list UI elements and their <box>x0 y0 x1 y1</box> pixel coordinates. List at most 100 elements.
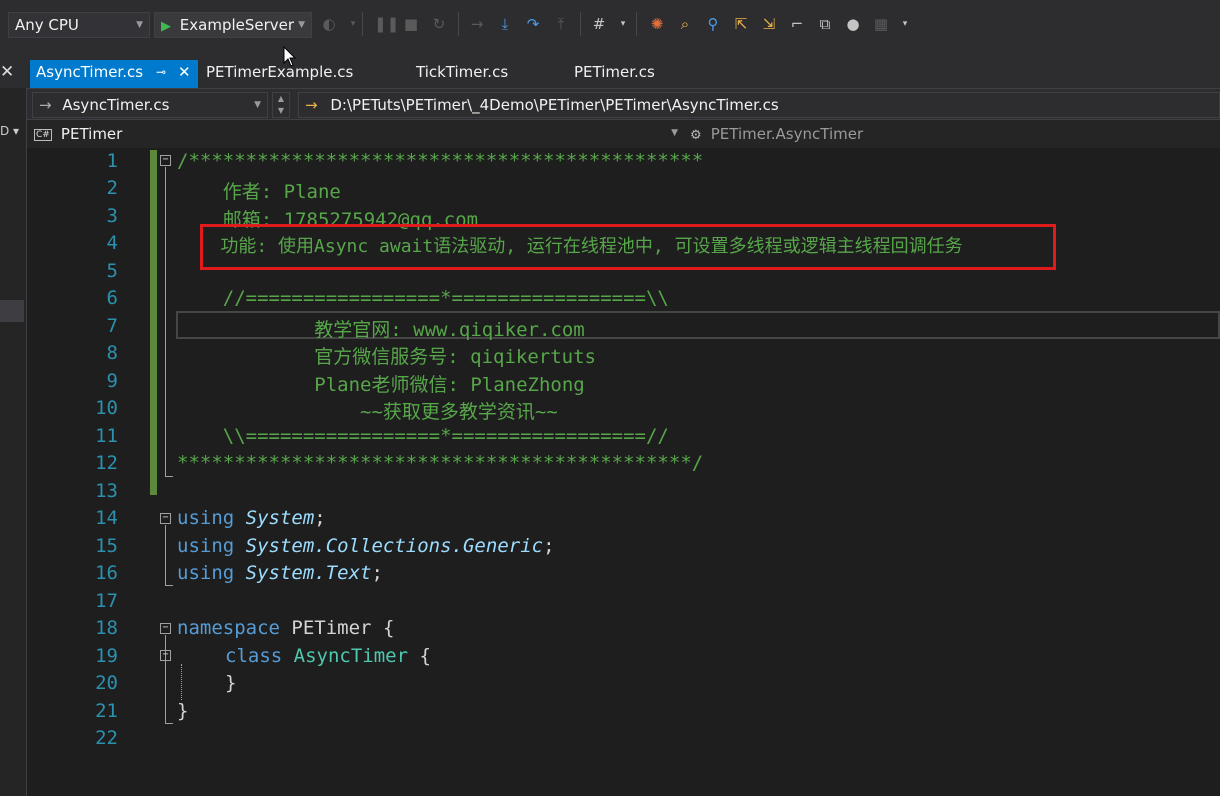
line-number: 17 <box>95 590 118 612</box>
member-combo[interactable]: ⚙ PETimer.AsyncTimer <box>690 124 1220 146</box>
left-strip-selection[interactable] <box>0 300 24 322</box>
file-path-bar[interactable]: → D:\PETuts\PETimer\_4Demo\PETimer\PETim… <box>298 92 1220 118</box>
step-over-icon[interactable]: ↷ <box>524 14 542 34</box>
comment-icon[interactable]: ▦ <box>872 14 890 34</box>
line-number: 6 <box>106 287 118 309</box>
file-combo-value: AsyncTimer.cs <box>62 96 170 114</box>
chevron-down-icon[interactable]: ▾ <box>344 14 362 34</box>
project-combo[interactable]: C# PETimer ▼ <box>34 124 684 146</box>
move-left-icon[interactable]: ⇱ <box>732 14 750 34</box>
code-line-19: class AsyncTimer { <box>225 645 431 667</box>
toolbar: Any CPU ▼ ▶ ExampleServer ▼ ◐ ▾ ❚❚ ■ ↻ →… <box>0 0 1220 56</box>
tab-petimer[interactable]: PETimer.cs <box>574 60 655 88</box>
bookmark-icon[interactable]: ⌐ <box>788 14 806 34</box>
collapse-icon[interactable]: − <box>160 155 171 166</box>
line-number: 10 <box>95 397 118 419</box>
show-next-statement-icon[interactable]: → <box>468 14 486 34</box>
collapse-icon[interactable]: − <box>160 623 171 634</box>
line-number: 5 <box>106 260 118 282</box>
tab-ticktimer[interactable]: TickTimer.cs <box>416 60 508 88</box>
line-number: 4 <box>106 232 118 254</box>
chevron-down-icon: ▼ <box>671 128 678 138</box>
collapse-icon[interactable]: − <box>160 513 171 524</box>
line-number: 18 <box>95 617 118 639</box>
line-number: 2 <box>106 177 118 199</box>
code-line-18: namespace PETimer { <box>177 617 394 639</box>
fold-guide-end <box>165 723 173 724</box>
tab-asynctimer[interactable]: AsyncTimer.cs ⊸ ✕ <box>30 60 198 88</box>
file-combo[interactable]: → AsyncTimer.cs ▼ <box>32 92 268 118</box>
line-number: 9 <box>106 370 118 392</box>
toolbar-separator <box>580 12 581 36</box>
arrow-right-icon: → <box>305 96 318 114</box>
step-out-icon[interactable]: ⤒ <box>552 14 570 34</box>
chevron-down-icon: ▼ <box>254 100 261 110</box>
tab-label: PETimer.cs <box>574 63 655 81</box>
tab-label: TickTimer.cs <box>416 63 509 81</box>
code-line-21: } <box>177 700 189 722</box>
code-line-15: using System.Collections.Generic; <box>177 535 555 557</box>
step-into-icon[interactable]: ⤓ <box>496 14 514 34</box>
namespace-name: System <box>245 507 315 529</box>
toolbar-separator <box>362 12 363 36</box>
tab-petimerexample[interactable]: PETimerExample.cs <box>206 60 353 88</box>
line-number: 1 <box>106 150 118 172</box>
fold-guide <box>165 525 166 585</box>
code-line-1: /***************************************… <box>177 150 704 172</box>
hot-reload-icon[interactable]: # <box>590 14 608 34</box>
file-path: D:\PETuts\PETimer\_4Demo\PETimer\PETimer… <box>330 96 779 114</box>
nav-spinner[interactable]: ▲ ▼ <box>272 92 290 118</box>
attach-icon[interactable]: ◐ <box>320 14 338 34</box>
chevron-down-icon[interactable]: ▾ <box>896 14 914 34</box>
move-right-icon[interactable]: ⇲ <box>760 14 778 34</box>
find-icon[interactable]: ⌕ <box>676 14 694 34</box>
close-icon[interactable]: ✕ <box>178 60 191 84</box>
line-number: 8 <box>106 342 118 364</box>
stop-icon[interactable]: ■ <box>402 14 420 34</box>
code-line-10: ~~获取更多教学资讯~~ <box>177 401 558 423</box>
file-navigation-bar: → AsyncTimer.cs ▼ ▲ ▼ → D:\PETuts\PETimer… <box>0 88 1220 120</box>
close-icon[interactable]: ✕ <box>0 62 14 82</box>
window-icon[interactable]: ⧉ <box>816 14 834 34</box>
line-number: 11 <box>95 425 118 447</box>
line-number: 22 <box>95 727 118 749</box>
restart-icon[interactable]: ↻ <box>430 14 448 34</box>
keyword: namespace <box>177 617 280 639</box>
line-number: 15 <box>95 535 118 557</box>
line-number: 21 <box>95 700 118 722</box>
code-line-14: using System; <box>177 507 326 529</box>
code-line-9: Plane老师微信: PlaneZhong <box>177 374 585 396</box>
line-number: 19 <box>95 645 118 667</box>
run-target-button[interactable]: ▶ ExampleServer ▼ <box>154 12 312 38</box>
code-line-7: 教学官网: www.qiqiker.com <box>177 319 585 341</box>
search-icon[interactable]: ⚲ <box>704 14 722 34</box>
arrow-right-icon: → <box>39 96 52 114</box>
member-navigation-bar: C# PETimer ▼ ⚙ PETimer.AsyncTimer <box>0 119 1220 148</box>
project-combo-value: PETimer <box>60 125 123 143</box>
toggle-icon[interactable]: ● <box>844 14 862 34</box>
chevron-down-icon[interactable]: ▾ <box>614 14 632 34</box>
brace: { <box>382 617 395 639</box>
keyword: using <box>177 535 235 557</box>
keyword: using <box>177 562 235 584</box>
code-line-16: using System.Text; <box>177 562 383 584</box>
keyword: class <box>225 645 283 667</box>
fold-guide <box>165 167 166 477</box>
run-target-label: ExampleServer <box>179 16 295 34</box>
class-icon: ⚙ <box>690 128 702 143</box>
dropdown-icon[interactable]: D ▾ <box>0 124 19 138</box>
punctuation: ; <box>371 562 383 584</box>
toolbar-separator <box>636 12 637 36</box>
class-name: AsyncTimer <box>293 645 409 667</box>
line-number: 13 <box>95 480 118 502</box>
chevron-down-icon: ▼ <box>136 20 143 30</box>
fold-guide-end <box>165 476 173 477</box>
line-number: 20 <box>95 672 118 694</box>
platform-combo[interactable]: Any CPU ▼ <box>8 12 150 38</box>
platform-value: Any CPU <box>15 16 79 34</box>
collapse-icon[interactable]: − <box>160 650 171 661</box>
punctuation: ; <box>543 535 555 557</box>
breakpoint-icon[interactable]: ✺ <box>648 14 666 34</box>
pause-icon[interactable]: ❚❚ <box>374 14 399 34</box>
pin-icon[interactable]: ⊸ <box>156 60 166 84</box>
